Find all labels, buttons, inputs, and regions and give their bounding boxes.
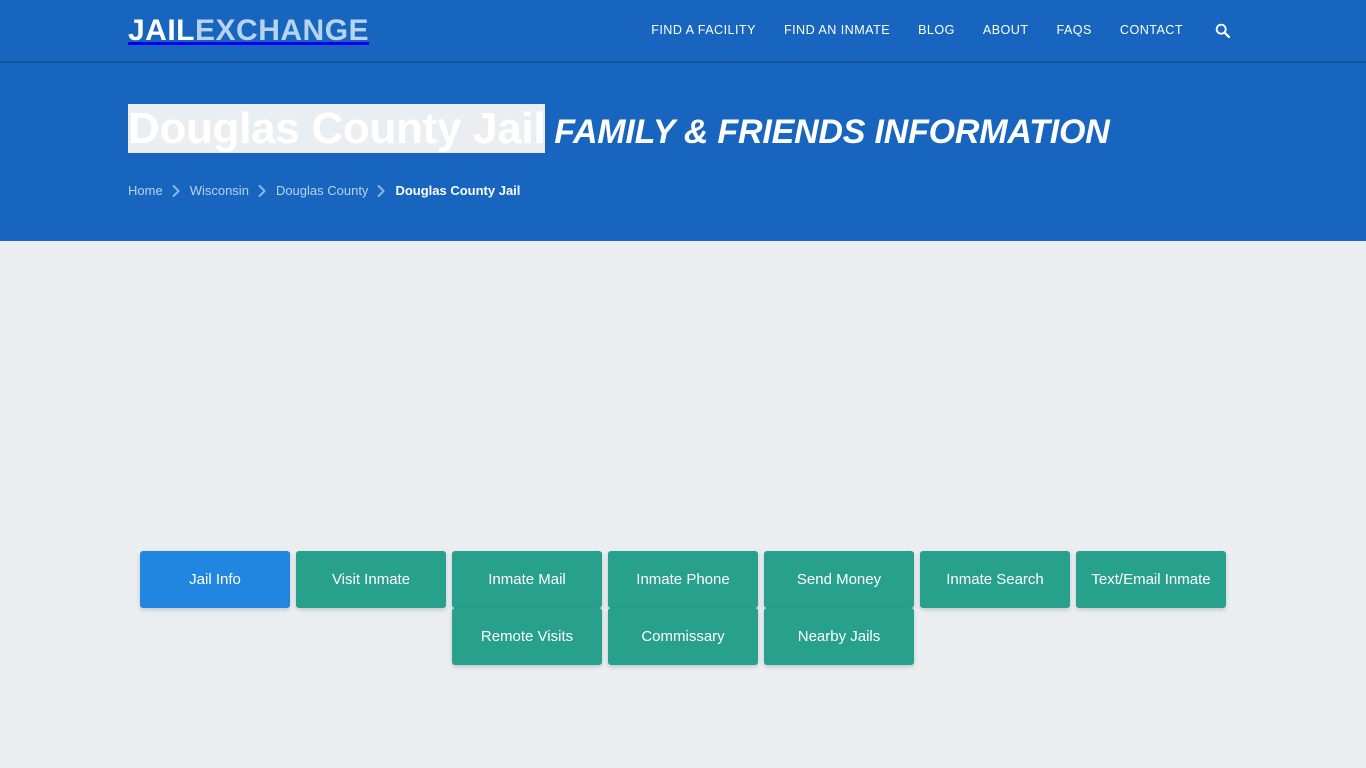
nav-contact[interactable]: CONTACT <box>1106 0 1197 62</box>
chevron-right-icon <box>258 184 267 197</box>
tab-inmate-mail[interactable]: Inmate Mail <box>452 551 602 608</box>
page-title-main: Douglas County Jail <box>128 104 546 153</box>
nav-find-an-inmate[interactable]: FIND AN INMATE <box>770 0 904 62</box>
breadcrumb-item-wisconsin[interactable]: Wisconsin <box>190 183 249 198</box>
tab-nearby-jails[interactable]: Nearby Jails <box>764 608 914 665</box>
page-title-subtitle: FAMILY & FRIENDS INFORMATION <box>554 113 1110 151</box>
tab-commissary[interactable]: Commissary <box>608 608 758 665</box>
logo-text-exchange: EXCHANGE <box>195 13 370 47</box>
page-title: Douglas County Jail FAMILY & FRIENDS INFO… <box>128 104 1366 153</box>
nav-faqs[interactable]: FAQs <box>1043 0 1106 62</box>
nav-find-a-facility[interactable]: FIND A FACILITY <box>637 0 770 62</box>
chevron-right-icon <box>377 184 386 197</box>
facility-tab-navigation: Jail Info Visit Inmate Inmate Mail Inmat… <box>0 551 1366 665</box>
facility-tab-row-2: Remote Visits Commissary Nearby Jails <box>128 608 1238 665</box>
tab-remote-visits[interactable]: Remote Visits <box>452 608 602 665</box>
nav-blog[interactable]: BLOG <box>904 0 969 62</box>
breadcrumb-item-home[interactable]: Home <box>128 183 163 198</box>
tab-inmate-phone[interactable]: Inmate Phone <box>608 551 758 608</box>
page-hero: Douglas County Jail FAMILY & FRIENDS INFO… <box>0 63 1366 241</box>
breadcrumb: Home Wisconsin Douglas County Douglas Co… <box>128 183 1366 198</box>
tab-visit-inmate[interactable]: Visit Inmate <box>296 551 446 608</box>
chevron-right-icon <box>172 184 181 197</box>
tab-jail-info[interactable]: Jail Info <box>140 551 290 608</box>
tab-text-email-inmate[interactable]: Text/Email Inmate <box>1076 551 1226 608</box>
breadcrumb-item-current: Douglas County Jail <box>395 183 521 199</box>
site-header: JAIL EXCHANGE FIND A FACILITY FIND AN INM… <box>0 0 1366 63</box>
search-icon[interactable] <box>1197 23 1238 38</box>
breadcrumb-item-douglas-county[interactable]: Douglas County <box>276 183 369 198</box>
nav-about[interactable]: ABOUT <box>969 0 1043 62</box>
tab-send-money[interactable]: Send Money <box>764 551 914 608</box>
site-logo[interactable]: JAIL EXCHANGE <box>128 13 370 47</box>
main-navigation: FIND A FACILITY FIND AN INMATE BLOG ABOU… <box>637 0 1238 62</box>
facility-tab-row-1: Jail Info Visit Inmate Inmate Mail Inmat… <box>128 551 1238 608</box>
logo-text-jail: JAIL <box>128 13 196 47</box>
tab-inmate-search[interactable]: Inmate Search <box>920 551 1070 608</box>
main-content: Jail Info Visit Inmate Inmate Mail Inmat… <box>0 241 1366 768</box>
